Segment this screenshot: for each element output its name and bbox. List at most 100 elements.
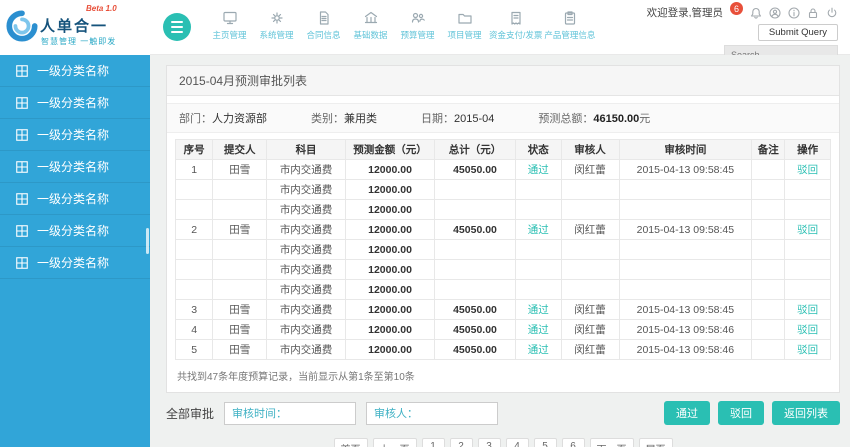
nav-item-payment-invoice[interactable]: 资金支付/发票 [488, 10, 543, 41]
info-icon[interactable] [788, 6, 800, 19]
table-row: 2 田雪 市内交通费 12000.00 45050.00 通过 闵红蕾 2015-04-13 … [174, 219, 831, 240]
total-cell: 45050.00 [434, 339, 516, 360]
pagination-button[interactable]: 3 [477, 438, 501, 447]
time-cell: 2015-04-13 09:58:45 [618, 159, 753, 180]
nav-item-product[interactable]: 产品管理信息 [543, 10, 596, 41]
reviewer-cell [560, 179, 620, 200]
result-count-note: 共找到47条年度预算记录，当前显示从第1条至第10条 [177, 372, 415, 383]
grid-icon [16, 128, 28, 141]
table-row: 市内交通费 12000.00 [174, 199, 831, 220]
table-row: 5 田雪 市内交通费 12000.00 45050.00 通过 闵红蕾 2015-04-13 … [174, 339, 831, 360]
reject-button[interactable]: 驳回 [718, 401, 764, 425]
info-department: 部门：人力资源部 [179, 113, 267, 125]
info-category: 类别：兼用类 [311, 113, 377, 125]
status-cell: 通过 [514, 219, 562, 240]
total-cell [434, 259, 516, 280]
reject-link[interactable]: 驳回 [797, 304, 818, 316]
amount-cell: 12000.00 [344, 219, 436, 240]
sidebar-item-category-3[interactable]: 一级分类名称 [0, 119, 150, 151]
column-header: 科目 [266, 139, 346, 160]
bell-icon[interactable] [750, 7, 762, 19]
menu-toggle-button[interactable] [163, 13, 191, 41]
seq-cell [174, 239, 214, 260]
reject-link[interactable]: 驳回 [797, 164, 818, 176]
nav-label: 合同信息 [306, 30, 341, 40]
sidebar-item-category-4[interactable]: 一级分类名称 [0, 151, 150, 183]
submit-query-button[interactable]: Submit Query [757, 24, 838, 41]
amount-cell: 12000.00 [344, 279, 436, 300]
sidebar-item-category-7[interactable]: 一级分类名称 [0, 247, 150, 279]
subject-cell: 市内交通费 [266, 159, 346, 180]
pagination-button[interactable]: 5 [533, 438, 557, 447]
reviewer-input[interactable] [366, 401, 499, 425]
amount-cell: 12000.00 [344, 339, 436, 360]
sidebar-item-category-2[interactable]: 一级分类名称 [0, 87, 150, 119]
submitter-cell: 田雪 [212, 339, 268, 360]
info-total: 预测总额：46150.00元 [538, 113, 651, 125]
grid-icon [16, 224, 28, 237]
grid-icon [16, 256, 28, 269]
pass-button[interactable]: 通过 [664, 401, 710, 425]
total-cell: 45050.00 [434, 159, 516, 180]
review-time-input[interactable] [224, 401, 357, 425]
note-cell [751, 219, 786, 240]
sidebar-item-category-1[interactable]: 一级分类名称 [0, 55, 150, 87]
status-cell: 通过 [514, 319, 562, 340]
grid-icon [16, 96, 28, 109]
reviewer-cell: 闵红蕾 [560, 319, 620, 340]
subject-cell: 市内交通费 [266, 319, 346, 340]
subject-cell: 市内交通费 [266, 199, 346, 220]
amount-cell: 12000.00 [344, 319, 436, 340]
submitter-cell: 田雪 [212, 299, 268, 320]
user-icon[interactable] [769, 6, 781, 19]
pagination-button[interactable]: 首页 [333, 438, 368, 447]
brand-logo-icon [6, 10, 38, 47]
subject-cell: 市内交通费 [266, 299, 346, 320]
nav-label: 主页管理 [212, 30, 247, 40]
pagination-button[interactable]: 上一页 [372, 438, 417, 447]
pagination-button[interactable]: 下一页 [589, 438, 634, 447]
back-to-list-button[interactable]: 返回列表 [772, 401, 840, 425]
sidebar-item-category-5[interactable]: 一级分类名称 [0, 183, 150, 215]
note-cell [751, 179, 786, 200]
reject-link[interactable]: 驳回 [797, 324, 818, 336]
reviewer-cell [560, 259, 620, 280]
submitter-cell [212, 179, 268, 200]
nav-item-home[interactable]: 主页管理 [206, 10, 253, 41]
pagination-button[interactable]: 1 [421, 438, 445, 447]
pagination: 首页上一页 123456 下一页尾页 [166, 438, 840, 447]
pagination-button[interactable]: 尾页 [638, 438, 673, 447]
batch-approve-buttons: 通过 驳回 返回列表 [664, 401, 840, 425]
total-cell [434, 199, 516, 220]
nav-item-system[interactable]: 系统管理 [253, 10, 300, 41]
lock-icon[interactable] [807, 7, 819, 19]
total-cell [434, 239, 516, 260]
total-cell: 45050.00 [434, 219, 516, 240]
status-cell [514, 259, 562, 280]
subject-cell: 市内交通费 [266, 219, 346, 240]
power-icon[interactable] [826, 7, 838, 19]
pagination-button[interactable]: 4 [505, 438, 529, 447]
clipboard-icon [564, 11, 575, 25]
sidebar-item-label: 一级分类名称 [37, 64, 110, 78]
subject-cell: 市内交通费 [266, 239, 346, 260]
sidebar-item-category-6[interactable]: 一级分类名称 [0, 215, 150, 247]
reject-link[interactable]: 驳回 [797, 344, 818, 356]
pagination-button[interactable]: 2 [449, 438, 473, 447]
nav-item-data[interactable]: 基础数据 [347, 10, 394, 41]
pagination-button[interactable]: 6 [561, 438, 585, 447]
subject-cell: 市内交通费 [266, 339, 346, 360]
submitter-cell: 田雪 [212, 319, 268, 340]
amount-cell: 12000.00 [344, 179, 436, 200]
nav-item-budget[interactable]: 预算管理 [394, 10, 441, 41]
table-row: 市内交通费 12000.00 [174, 179, 831, 200]
nav-item-contract[interactable]: 合同信息 [300, 10, 347, 41]
folder-icon [457, 13, 472, 24]
action-cell [784, 259, 831, 280]
sidebar-scrollbar[interactable] [146, 228, 149, 254]
nav-item-project[interactable]: 项目管理 [441, 10, 488, 41]
time-cell [618, 259, 753, 280]
action-cell [784, 199, 831, 220]
note-cell [751, 259, 786, 280]
reject-link[interactable]: 驳回 [797, 224, 818, 236]
